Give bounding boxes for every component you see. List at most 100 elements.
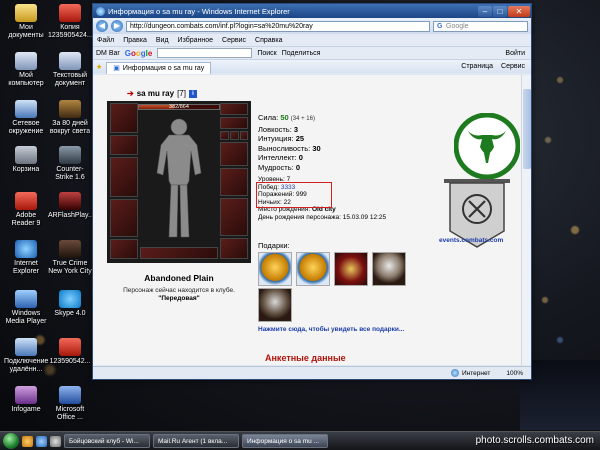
start-button[interactable]	[3, 433, 19, 449]
desktop-icon-infogame[interactable]: Infogame	[4, 386, 48, 414]
url-input[interactable]: http://dungeon.combats.com/inf.pl?login=…	[126, 20, 430, 32]
desktop-icon-ms-office[interactable]: Microsoft Office ...	[48, 386, 92, 422]
desktop-icon-text-document[interactable]: Текстовый документ	[48, 52, 92, 88]
menu-bar: Файл Правка Вид Избранное Сервис Справка	[93, 34, 531, 46]
boots-slot[interactable]	[220, 238, 248, 259]
desktop-icon-skype[interactable]: Skype 4.0	[48, 290, 92, 318]
watermark: photo.scrolls.combats.com	[475, 435, 594, 446]
profile-section-title: Анкетные данные	[265, 353, 346, 363]
menu-view[interactable]: Вид	[156, 37, 169, 44]
gift-goblet-icon[interactable]	[372, 252, 406, 286]
toolbar-share-button[interactable]: Поделиться	[282, 50, 321, 57]
quicklaunch-desktop-icon[interactable]	[50, 435, 61, 447]
search-input[interactable]: Google	[433, 20, 528, 32]
weapon-slot[interactable]	[110, 157, 138, 197]
quick-slots[interactable]	[140, 247, 218, 259]
scrollbar-thumb[interactable]	[523, 89, 531, 169]
desktop-icon-label: Windows Media Player	[5, 310, 47, 325]
desktop-icon-label: Текстовый документ	[52, 72, 88, 87]
maximize-button[interactable]: □	[493, 5, 507, 17]
events-link[interactable]: events.combats.com	[439, 237, 503, 244]
ring-slot[interactable]	[220, 131, 229, 140]
minimize-button[interactable]: –	[478, 5, 492, 17]
clan-bull-icon[interactable]	[454, 113, 520, 179]
belt-slot[interactable]	[110, 239, 138, 259]
pdf-reader-icon	[15, 192, 37, 210]
window-titlebar[interactable]: Информация о sa mu ray - Windows Interne…	[93, 4, 531, 18]
close-button[interactable]: ✕	[508, 5, 530, 17]
location-text: Персонаж сейчас находится в клубе.	[123, 287, 235, 294]
desktop-icon-counter-strike[interactable]: Counter-Strike 1.6	[48, 146, 92, 182]
info-icon[interactable]: i	[188, 89, 197, 98]
ring-slot[interactable]	[240, 131, 248, 140]
taskbar-button-active[interactable]: Информация о sa mu ...	[242, 434, 328, 448]
network-icon	[15, 100, 37, 118]
quicklaunch-icon[interactable]	[22, 435, 33, 447]
armor-slot[interactable]	[110, 199, 138, 237]
zoom-level[interactable]: 100%	[506, 370, 523, 377]
zone-label: Интернет	[462, 369, 491, 377]
image-file-icon	[59, 338, 81, 356]
character-panel: ➔ sa mu ray [7] i 382/864 Abandoned Plai…	[107, 89, 251, 302]
taskbar-button[interactable]: Бойцовский клуб - Wi...	[64, 434, 150, 448]
desktop-icon-adobe-reader[interactable]: Adobe Reader 9	[4, 192, 48, 228]
menu-edit[interactable]: Правка	[123, 37, 147, 44]
security-zone: Интернет	[451, 369, 490, 377]
image-file-icon	[59, 4, 81, 22]
desktop-icon-label: 123590542...	[49, 358, 91, 365]
desktop-icon-arflashplay[interactable]: ARFlashPlay...	[48, 192, 94, 220]
desktop-icon-media-player[interactable]: Windows Media Player	[4, 290, 48, 326]
desktop-icon-label: Adobe Reader 9	[11, 212, 41, 227]
toolbar-signin-button[interactable]: Войти	[505, 50, 531, 57]
toolbar-search-button[interactable]: Поиск	[257, 50, 276, 57]
taskbar-button[interactable]: Mail.Ru Агент (1 вкла...	[153, 434, 239, 448]
desktop-icon-internet-explorer[interactable]: Internet Explorer	[4, 240, 48, 276]
desktop-icon-label: Мои документы	[8, 24, 44, 39]
tools-menu-button[interactable]: Сервис	[501, 63, 525, 70]
desktop-icon-copy[interactable]: Копия 1235905424...	[48, 4, 93, 40]
earring-slot[interactable]	[220, 103, 248, 115]
back-icon[interactable]: ◀	[96, 20, 108, 32]
hp-bar: 382/864	[138, 104, 220, 110]
character-nick: sa mu ray	[136, 89, 175, 98]
vertical-scrollbar[interactable]	[521, 75, 531, 365]
menu-tools[interactable]: Сервис	[222, 37, 246, 44]
gift-emblem-icon[interactable]	[334, 252, 368, 286]
gift-chalice-icon[interactable]	[258, 288, 292, 322]
forward-icon[interactable]: ▶	[111, 20, 123, 32]
leggings-slot[interactable]	[220, 198, 248, 236]
dm-bar-label[interactable]: DM Bar	[96, 50, 120, 57]
page-menu-button[interactable]: Страница	[461, 63, 493, 70]
private-arrow-icon[interactable]: ➔	[127, 89, 134, 98]
bracer-slot[interactable]	[110, 135, 138, 155]
gift-bell-icon[interactable]	[296, 252, 330, 286]
desktop-icon-remote-connection[interactable]: Подключение удалённ...	[4, 338, 48, 374]
menu-help[interactable]: Справка	[255, 37, 282, 44]
character-stats: Сила: 50 (34 + 16) Ловкость: 3 Интуиция:…	[258, 113, 321, 172]
all-gifts-link[interactable]: Нажмите сюда, чтобы увидеть все подарки.…	[258, 326, 404, 333]
quicklaunch-ie-icon[interactable]	[36, 435, 47, 447]
ring-slot[interactable]	[230, 131, 239, 140]
desktop-icon-true-crime[interactable]: True Crime New York City	[48, 240, 92, 276]
media-player-icon	[15, 290, 37, 308]
tab-bar: ★ ▣ Информация о sa mu ray Страница Серв…	[93, 59, 531, 74]
desktop-icon-my-computer[interactable]: Мой компьютер	[4, 52, 48, 88]
tab-active[interactable]: ▣ Информация о sa mu ray	[106, 61, 212, 74]
desktop-icon-80-days[interactable]: За 80 дней вокруг света	[48, 100, 92, 136]
shield-slot[interactable]	[220, 168, 248, 196]
gloves-slot[interactable]	[220, 142, 248, 166]
helmet-slot[interactable]	[110, 103, 138, 133]
desktop-icon-network[interactable]: Сетевое окружение	[4, 100, 48, 136]
toolbar-search-input[interactable]	[157, 48, 253, 58]
gift-bell-icon[interactable]	[258, 252, 292, 286]
desktop-icon-label: Корзина	[12, 166, 40, 173]
favorites-star-icon[interactable]: ★	[96, 63, 102, 71]
game-icon	[59, 100, 81, 118]
desktop-icon-label: За 80 дней вокруг света	[49, 120, 91, 135]
desktop-icon-my-documents[interactable]: Мои документы	[4, 4, 48, 40]
desktop-icon-recycle-bin[interactable]: Корзина	[4, 146, 48, 174]
menu-file[interactable]: Файл	[97, 37, 114, 44]
amulet-slot[interactable]	[220, 117, 248, 129]
menu-favorites[interactable]: Избранное	[178, 37, 213, 44]
desktop-icon-image-file[interactable]: 123590542...	[48, 338, 92, 366]
